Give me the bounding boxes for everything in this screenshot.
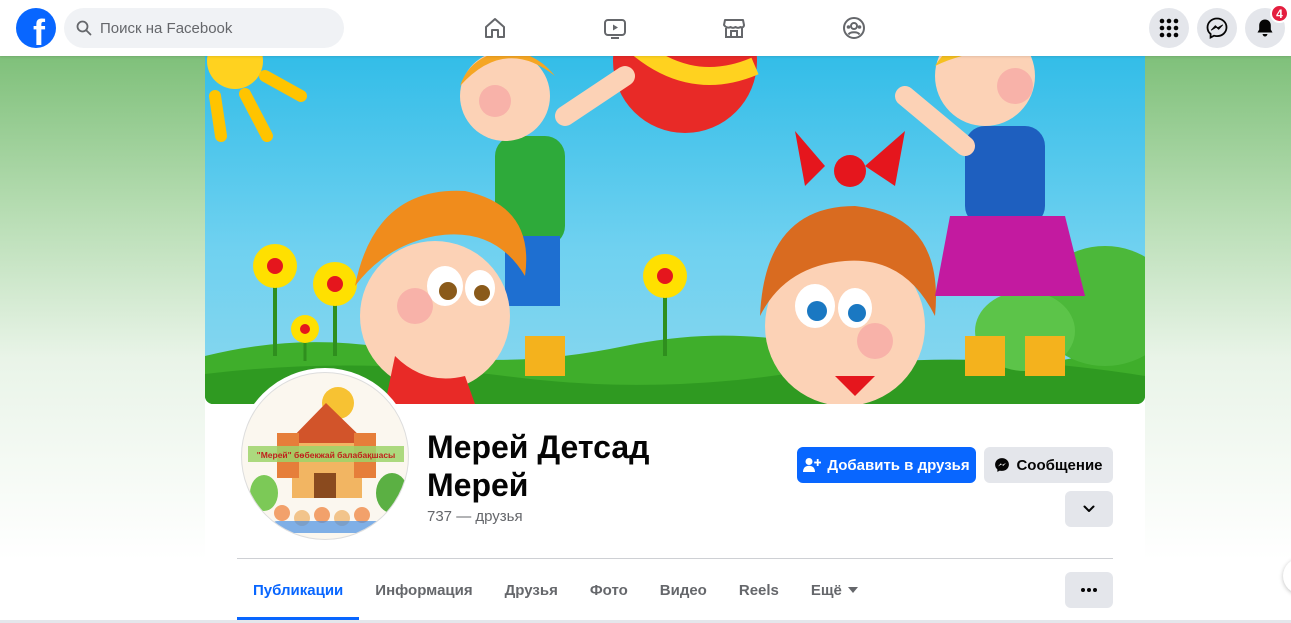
tabs-more-options-button[interactable] <box>1065 572 1113 608</box>
cover-photo[interactable] <box>205 56 1145 404</box>
notifications-count-badge: 4 <box>1270 4 1289 23</box>
add-friend-icon <box>803 458 822 472</box>
search-icon <box>76 20 92 36</box>
tab-more[interactable]: Ещё <box>795 560 874 620</box>
message-button[interactable]: Сообщение <box>984 447 1113 483</box>
tab-label: Фото <box>589 581 628 599</box>
friends-count-link[interactable]: 737 — друзья <box>427 508 523 525</box>
side-scroll-button[interactable] <box>1283 558 1291 594</box>
more-dots-icon <box>1081 588 1097 592</box>
add-friend-button[interactable]: Добавить в друзья <box>797 447 976 483</box>
tab-publications[interactable]: Публикации <box>237 560 360 620</box>
tab-photos[interactable]: Фото <box>574 560 644 620</box>
top-navigation-bar: f 4 <box>0 0 1291 56</box>
notifications-bell-icon <box>1257 19 1273 37</box>
tab-information[interactable]: Информация <box>359 560 488 620</box>
profile-name: Мерей Детсад Мерей <box>427 429 650 503</box>
tab-label: Ещё <box>810 581 842 599</box>
tab-label: Публикации <box>253 581 344 599</box>
tab-label: Видео <box>659 581 707 599</box>
tab-videos[interactable]: Видео <box>644 560 723 620</box>
tab-label: Информация <box>375 581 473 599</box>
tab-reels[interactable]: Reels <box>723 560 795 620</box>
add-friend-label: Добавить в друзья <box>827 456 970 474</box>
kindergarten-logo-illustration: "Мерей" бөбекжай балабақшасы <box>248 387 408 533</box>
tab-label: Reels <box>738 581 779 599</box>
avatar-image: "Мерей" бөбекжай балабақшасы <box>241 372 409 540</box>
marketplace-icon[interactable] <box>714 8 754 48</box>
notifications-button[interactable]: 4 <box>1245 4 1289 48</box>
cover-illustration <box>205 56 1145 404</box>
search-input[interactable] <box>100 19 320 37</box>
facebook-logo-icon[interactable]: f <box>16 8 56 48</box>
caret-down-icon <box>847 587 858 593</box>
menu-grid-button[interactable] <box>1149 8 1189 48</box>
more-options-dropdown-button[interactable] <box>1065 491 1113 527</box>
avatar-logo-text: "Мерей" бөбекжай балабақшасы <box>257 450 396 460</box>
profile-tabs: Публикации Информация Друзья Фото Видео … <box>237 560 874 620</box>
messenger-icon <box>1206 17 1228 39</box>
profile-divider <box>237 558 1113 559</box>
tab-friends[interactable]: Друзья <box>489 560 574 620</box>
groups-icon[interactable] <box>834 8 874 48</box>
video-icon[interactable] <box>595 8 635 48</box>
search-box[interactable] <box>64 8 344 48</box>
profile-avatar[interactable]: "Мерей" бөбекжай балабақшасы <box>237 368 413 544</box>
chevron-down-icon <box>1083 505 1095 512</box>
message-label: Сообщение <box>1016 456 1103 474</box>
messenger-button[interactable] <box>1197 8 1237 48</box>
home-icon[interactable] <box>475 8 515 48</box>
tab-label: Друзья <box>504 581 558 599</box>
menu-grid-icon <box>1159 18 1179 38</box>
messenger-icon <box>995 458 1010 472</box>
